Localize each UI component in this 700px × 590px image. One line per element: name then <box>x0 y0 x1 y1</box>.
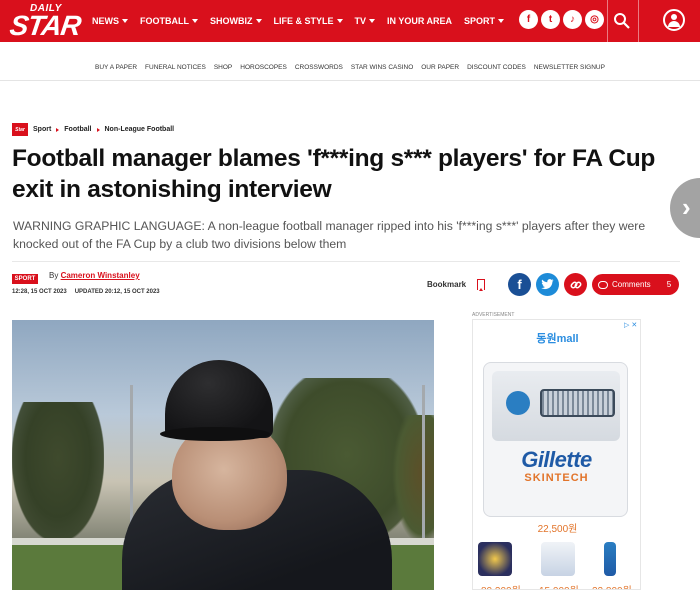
link-star-wins-casino[interactable]: STAR WINS CASINO <box>351 64 413 71</box>
nav-label: SHOWBIZ <box>210 16 253 26</box>
nav-label: NEWS <box>92 16 119 26</box>
search-icon[interactable] <box>612 11 632 31</box>
byline: By Cameron Winstanley <box>49 271 140 280</box>
nav-label: IN YOUR AREA <box>387 16 453 26</box>
razor-blade <box>540 389 615 417</box>
background-tree <box>392 415 434 545</box>
section-badge[interactable]: SPORT <box>12 274 38 284</box>
nav-separator <box>607 0 608 42</box>
background-tree <box>12 402 104 542</box>
advertisement[interactable]: ▷ ✕ 동원mall Gillette SKINTECH 22,500원 80,… <box>472 319 641 590</box>
chevron-down-icon <box>336 19 343 23</box>
razor-window <box>492 371 620 441</box>
breadcrumb-football[interactable]: Football <box>64 126 91 133</box>
link-crosswords[interactable]: CROSSWORDS <box>295 64 343 71</box>
nav-label: LIFE & STYLE <box>273 16 334 26</box>
ad-product-line: SKINTECH <box>524 472 589 484</box>
instagram-icon[interactable]: ◎ <box>585 10 604 29</box>
link-shop[interactable]: SHOP <box>214 64 232 71</box>
hero-video-image[interactable] <box>12 320 434 590</box>
main-nav: NEWS FOOTBALL SHOWBIZ LIFE & STYLE TV IN… <box>92 0 516 42</box>
chevron-right-icon: › <box>682 192 691 222</box>
timestamps: 12:28, 15 OCT 2023 UPDATED 20:12, 15 OCT… <box>12 289 160 295</box>
star-logo-icon[interactable]: Star <box>12 123 28 136</box>
ad-price: 22,800원 <box>592 582 632 589</box>
floodlight-pole <box>422 385 425 545</box>
top-navigation-bar: DAILY STAR NEWS FOOTBALL SHOWBIZ LIFE & … <box>0 0 700 42</box>
published-time: 12:28, 15 OCT 2023 <box>12 289 67 295</box>
nav-item-news[interactable]: NEWS <box>92 16 128 26</box>
ad-main-price: 22,500원 <box>537 524 578 535</box>
twitter-icon[interactable]: t <box>541 10 560 29</box>
ad-price: 15,000원 <box>539 582 579 589</box>
share-twitter-icon[interactable] <box>536 273 559 296</box>
breadcrumb: Star Sport Football Non-League Football <box>12 123 174 136</box>
facebook-icon[interactable]: f <box>519 10 538 29</box>
nav-item-tv[interactable]: TV <box>355 16 376 26</box>
breadcrumb-arrow-icon <box>96 127 100 132</box>
ad-price: 80,200원 <box>481 582 521 589</box>
advertisement-label: ADVERTISEMENT <box>472 312 515 318</box>
chevron-down-icon <box>498 19 505 23</box>
updated-time: UPDATED 20:12, 15 OCT 2023 <box>74 289 160 295</box>
breadcrumb-non-league[interactable]: Non-League Football <box>105 126 175 133</box>
chevron-down-icon <box>369 19 376 23</box>
bookmark-label[interactable]: Bookmark <box>427 280 466 289</box>
nav-label: FOOTBALL <box>140 16 189 26</box>
link-newsletter-signup[interactable]: NEWSLETTER SIGNUP <box>534 64 605 71</box>
link-funeral-notices[interactable]: FUNERAL NOTICES <box>145 64 206 71</box>
ad-thumbnail[interactable] <box>604 542 616 576</box>
share-facebook-icon[interactable]: f <box>508 273 531 296</box>
header-divider <box>0 80 700 81</box>
author-link[interactable]: Cameron Winstanley <box>61 271 140 280</box>
breadcrumb-arrow-icon <box>56 127 60 132</box>
meta-divider <box>12 261 680 262</box>
article-headline: Football manager blames 'f***ing s*** pl… <box>12 145 656 203</box>
nav-item-in-your-area[interactable]: IN YOUR AREA <box>387 16 452 26</box>
ad-product-image: Gillette SKINTECH <box>483 362 628 517</box>
logo-star-text: STAR <box>7 10 83 41</box>
tiktok-icon[interactable]: ♪ <box>563 10 582 29</box>
ad-product-name: Gillette <box>521 447 592 472</box>
chevron-down-icon <box>192 19 198 23</box>
link-discount-codes[interactable]: DISCOUNT CODES <box>467 64 526 71</box>
comments-label: Comments <box>612 280 651 289</box>
nav-item-showbiz[interactable]: SHOWBIZ <box>210 16 262 26</box>
nav-item-sport[interactable]: SPORT <box>464 16 505 26</box>
copy-link-icon[interactable] <box>564 273 587 296</box>
link-buy-a-paper[interactable]: BUY A PAPER <box>95 64 137 71</box>
breadcrumb-sport[interactable]: Sport <box>33 126 51 133</box>
razor-emblem-icon <box>506 391 530 415</box>
chevron-down-icon <box>255 19 262 23</box>
ad-thumbnail[interactable] <box>541 542 575 576</box>
link-our-paper[interactable]: OUR PAPER <box>421 64 459 71</box>
comment-bubble-icon <box>598 280 608 289</box>
daily-star-logo[interactable]: DAILY STAR <box>8 3 83 41</box>
comments-count: 5 <box>666 280 672 289</box>
comments-button[interactable]: Comments 5 <box>592 274 679 295</box>
link-horoscopes[interactable]: HOROSCOPES <box>240 64 287 71</box>
nav-label: SPORT <box>464 16 496 26</box>
chevron-down-icon <box>122 19 128 23</box>
byline-prefix: By <box>49 271 59 280</box>
account-icon[interactable] <box>663 9 685 31</box>
article-standfirst: WARNING GRAPHIC LANGUAGE: A non-league f… <box>13 219 646 251</box>
ad-thumbnail[interactable] <box>478 542 512 576</box>
nav-label: TV <box>354 16 367 26</box>
nav-item-football[interactable]: FOOTBALL <box>140 16 198 26</box>
social-links: f t ♪ ◎ <box>519 10 604 29</box>
ad-choices-icon[interactable]: ▷ ✕ <box>624 321 637 329</box>
secondary-links: BUY A PAPER FUNERAL NOTICES SHOP HOROSCO… <box>0 64 700 71</box>
nav-item-life-style[interactable]: LIFE & STYLE <box>274 16 343 26</box>
bookmark-icon[interactable] <box>477 279 485 291</box>
nav-separator <box>638 0 639 42</box>
manager-cap-brim <box>160 427 270 441</box>
ad-brand: 동원mall <box>536 333 579 345</box>
